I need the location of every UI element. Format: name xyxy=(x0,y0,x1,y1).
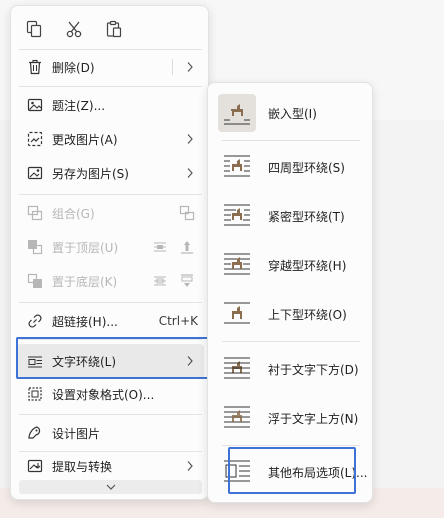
wrap-in-front-text-label: 浮于文字上方(N) xyxy=(268,411,359,426)
image-icon xyxy=(25,95,45,115)
align-top-icon xyxy=(177,237,197,257)
extract-convert-label: 提取与转换 xyxy=(52,459,113,474)
chevron-right-icon[interactable] xyxy=(186,167,194,182)
tight-wrap-icon xyxy=(218,197,256,235)
separator xyxy=(19,194,202,195)
square-wrap-icon xyxy=(218,148,256,186)
context-menu: 删除(D) 题注(Z)... 更改图片(A) 另存为图片(S) 组合(G) 置于… xyxy=(10,5,209,500)
delete-label: 删除(D) xyxy=(52,60,95,75)
in-front-text-icon xyxy=(218,399,256,437)
design-picture-icon xyxy=(25,423,45,443)
bring-forward-icon xyxy=(150,237,170,257)
clipboard-toolbar xyxy=(21,16,127,42)
caption-label: 题注(Z)... xyxy=(52,98,106,113)
delete-menu-item[interactable]: 删除(D) xyxy=(17,51,204,83)
wrap-tight-item[interactable]: 紧密型环绕(T) xyxy=(214,194,368,238)
separator xyxy=(19,49,202,50)
wrap-top-bottom-item[interactable]: 上下型环绕(O) xyxy=(214,292,368,336)
bring-to-front-menu-item[interactable]: 置于顶层(U) xyxy=(17,231,204,263)
cut-icon[interactable] xyxy=(61,16,87,42)
design-picture-menu-item[interactable]: 设计图片 xyxy=(17,417,204,449)
wrap-square-item[interactable]: 四周型环绕(S) xyxy=(214,145,368,189)
hyperlink-menu-item[interactable]: 超链接(H)... Ctrl+K xyxy=(17,305,204,337)
behind-text-icon xyxy=(218,350,256,388)
wrap-through-item[interactable]: 穿越型环绕(H) xyxy=(214,243,368,287)
chevron-down-icon xyxy=(105,480,117,494)
chevron-right-icon[interactable] xyxy=(186,61,194,76)
ungroup-icon xyxy=(177,203,197,223)
send-to-back-icon xyxy=(25,271,45,291)
send-to-back-label: 置于底层(K) xyxy=(52,274,118,289)
paste-icon[interactable] xyxy=(101,16,127,42)
divider xyxy=(172,59,173,75)
separator xyxy=(19,302,202,303)
hyperlink-shortcut: Ctrl+K xyxy=(158,314,198,328)
top-bottom-wrap-icon xyxy=(218,295,256,333)
send-to-back-menu-item[interactable]: 置于底层(K) xyxy=(17,265,204,297)
wrap-behind-text-item[interactable]: 衬于文字下方(D) xyxy=(214,347,368,391)
caption-menu-item[interactable]: 题注(Z)... xyxy=(17,89,204,121)
save-picture-icon xyxy=(25,163,45,183)
wrap-text-submenu: 嵌入型(I) 四周型环绕(S) 紧密型环绕(T) 穿越型环绕(H) 上下型环绕(… xyxy=(207,82,373,503)
design-picture-label: 设计图片 xyxy=(52,426,101,441)
wrap-square-label: 四周型环绕(S) xyxy=(268,160,345,175)
align-bottom-icon xyxy=(177,271,197,291)
format-object-icon xyxy=(25,384,45,404)
bring-to-front-label: 置于顶层(U) xyxy=(52,240,119,255)
more-layout-options-highlight xyxy=(228,447,356,494)
format-object-menu-item[interactable]: 设置对象格式(O)... xyxy=(17,378,204,410)
separator xyxy=(19,414,202,415)
chevron-right-icon[interactable] xyxy=(186,133,194,148)
wrap-through-label: 穿越型环绕(H) xyxy=(268,258,347,273)
wrap-tight-label: 紧密型环绕(T) xyxy=(268,209,345,224)
save-as-picture-label: 另存为图片(S) xyxy=(52,166,129,181)
copy-icon[interactable] xyxy=(21,16,47,42)
wrap-in-front-text-item[interactable]: 浮于文字上方(N) xyxy=(214,396,368,440)
wrap-top-bottom-label: 上下型环绕(O) xyxy=(268,307,347,322)
extract-icon xyxy=(25,456,45,476)
group-icon xyxy=(25,203,45,223)
change-picture-menu-item[interactable]: 更改图片(A) xyxy=(17,123,204,155)
wrap-text-highlight xyxy=(16,337,209,379)
separator xyxy=(19,86,202,87)
inline-wrap-icon xyxy=(218,94,256,132)
bring-to-front-icon xyxy=(25,237,45,257)
change-picture-label: 更改图片(A) xyxy=(52,132,118,147)
format-object-label: 设置对象格式(O)... xyxy=(52,387,155,402)
separator xyxy=(222,140,360,141)
group-label: 组合(G) xyxy=(52,206,95,221)
save-as-picture-menu-item[interactable]: 另存为图片(S) xyxy=(17,157,204,189)
change-picture-icon xyxy=(25,129,45,149)
group-menu-item[interactable]: 组合(G) xyxy=(17,197,204,229)
hyperlink-label: 超链接(H)... xyxy=(52,314,118,329)
trash-icon xyxy=(25,57,45,77)
separator xyxy=(222,341,360,342)
wrap-behind-text-label: 衬于文字下方(D) xyxy=(268,362,359,377)
separator xyxy=(222,445,360,446)
expand-more-button[interactable] xyxy=(19,480,202,494)
link-icon xyxy=(25,311,45,331)
extract-convert-menu-item[interactable]: 提取与转换 xyxy=(17,450,204,482)
wrap-inline-item[interactable]: 嵌入型(I) xyxy=(214,91,368,135)
send-backward-icon xyxy=(150,271,170,291)
wrap-inline-label: 嵌入型(I) xyxy=(268,106,317,121)
chevron-right-icon[interactable] xyxy=(186,460,194,475)
through-wrap-icon xyxy=(218,246,256,284)
